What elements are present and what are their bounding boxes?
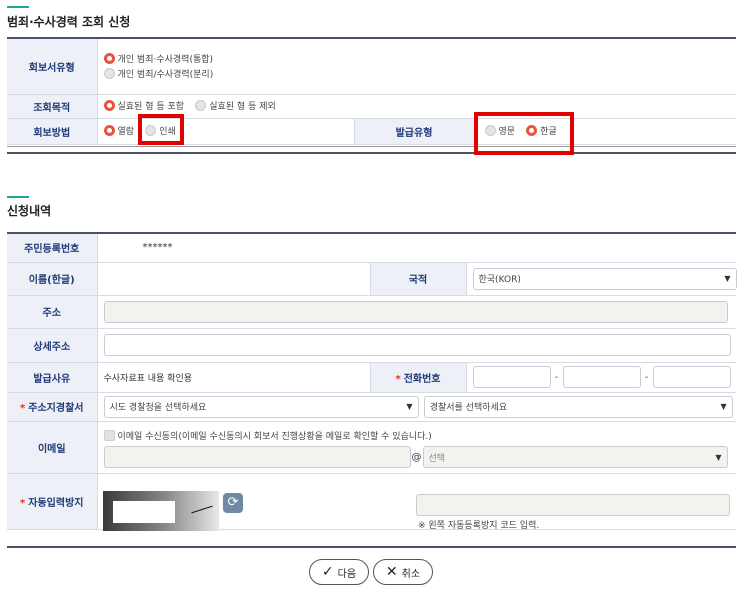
purpose-option-include[interactable]: 실효된 형 등 포함 [103, 99, 184, 112]
address-label: 주소 [7, 295, 98, 329]
address-detail-cell [97, 328, 737, 363]
email-cell: 이메일 수신동의(이메일 수신동의시 회보서 진행상황을 메일로 확인할 수 있… [97, 421, 737, 474]
report-type-cell: 개인 범죄·수사경력(통합) 개인 범죄/수사경력(분리) [97, 39, 736, 95]
method-label: 회보방법 [7, 118, 98, 145]
x-icon: ✕ [385, 564, 398, 580]
captcha-hint: ※ 왼쪽 자동등록방지 코드 입력. [418, 521, 540, 531]
details-table: 주민등록번호 ****** 이름(한글) 국적 한국(KOR) ▼ 주소 상세주소… [7, 234, 737, 530]
purpose-option-exclude[interactable]: 실효된 형 등 제외 [195, 99, 276, 112]
address-detail-input[interactable] [103, 334, 731, 356]
radio-selected-icon [103, 124, 115, 136]
cancel-button[interactable]: ✕ 취소 [373, 559, 433, 585]
report-type-option-combined[interactable]: 개인 범죄·수사경력(통합) [103, 52, 213, 65]
email-label: 이메일 [7, 421, 98, 474]
address-cell [97, 295, 737, 329]
section2-bottom-rule [7, 546, 736, 548]
rrn-value: ****** [97, 234, 737, 263]
section1-bottom-rule [7, 146, 736, 147]
email-domain-select[interactable]: 선택 ▼ [422, 446, 728, 468]
province-select[interactable]: 시도 경찰청을 선택하세요 ▼ [103, 395, 419, 418]
issue-reason-value: 수사자료표 내용 확인용 [97, 362, 371, 393]
highlight-box-print [138, 114, 184, 145]
dropdown-arrow-icon: ▼ [406, 402, 413, 411]
rrn-label: 주민등록번호 [7, 234, 98, 263]
police-cell: 시도 경찰청을 선택하세요 ▼ 경찰서를 선택하세요 ▼ [97, 392, 737, 422]
refresh-icon[interactable]: ⟳ [223, 493, 243, 513]
checkbox-icon [103, 429, 115, 441]
purpose-label: 조회목적 [7, 94, 98, 119]
report-type-option-separate[interactable]: 개인 범죄/수사경력(분리) [103, 67, 213, 80]
method-cell: 열람 인쇄 [97, 118, 355, 145]
captcha-image [103, 491, 219, 531]
radio-selected-icon [103, 53, 115, 65]
name-value-cell [97, 262, 371, 296]
phone-label: * 전화번호 [370, 362, 467, 393]
title-accent-bar [7, 6, 29, 8]
dropdown-arrow-icon: ▼ [715, 452, 722, 462]
nationality-cell: 한국(KOR) ▼ [466, 262, 737, 296]
dropdown-arrow-icon: ▼ [724, 274, 731, 283]
captcha-label: * 자동입력방지 [7, 473, 98, 530]
radio-icon [103, 68, 115, 80]
email-at: @ [411, 452, 422, 463]
phone-input-3[interactable] [652, 366, 731, 388]
radio-icon [195, 99, 207, 111]
police-label: * 주소지경찰서 [7, 392, 98, 422]
report-type-label: 회보서유형 [7, 39, 98, 95]
section-title-application: 범죄·수사경력 조회 신청 [7, 15, 131, 29]
station-select[interactable]: 경찰서를 선택하세요 ▼ [423, 395, 733, 418]
check-icon: ✓ [321, 564, 334, 580]
dropdown-arrow-icon: ▼ [720, 402, 727, 411]
application-options-table: 회보서유형 개인 범죄·수사경력(통합) 개인 범죄/수사경력(분리) 조회목적… [7, 39, 736, 145]
address-detail-label: 상세주소 [7, 328, 98, 363]
title-accent-bar-2 [7, 196, 29, 198]
address-input[interactable] [103, 300, 728, 323]
radio-selected-icon [103, 99, 115, 111]
nationality-label: 국적 [370, 262, 467, 296]
phone-cell: -- [466, 362, 737, 393]
section-title-details: 신청내역 [7, 204, 52, 218]
nationality-select[interactable]: 한국(KOR) ▼ [472, 267, 737, 290]
email-id-input[interactable] [103, 446, 411, 468]
name-label: 이름(한글) [7, 262, 98, 296]
next-button[interactable]: ✓ 다음 [309, 559, 369, 585]
issue-type-label: 발급유형 [354, 118, 475, 145]
phone-input-2[interactable] [562, 366, 641, 388]
email-consent-checkbox[interactable]: 이메일 수신동의(이메일 수신동의시 회보서 진행상황을 메일로 확인할 수 있… [103, 429, 432, 442]
issue-reason-label: 발급사유 [7, 362, 98, 393]
method-option-view[interactable]: 열람 [103, 124, 134, 137]
captcha-input[interactable] [416, 494, 730, 516]
purpose-cell: 실효된 형 등 포함 실효된 형 등 제외 [97, 94, 736, 119]
phone-input-1[interactable] [472, 366, 551, 388]
highlight-box-issue-type [474, 112, 574, 155]
section1-bottom-rule-thick [7, 152, 736, 154]
